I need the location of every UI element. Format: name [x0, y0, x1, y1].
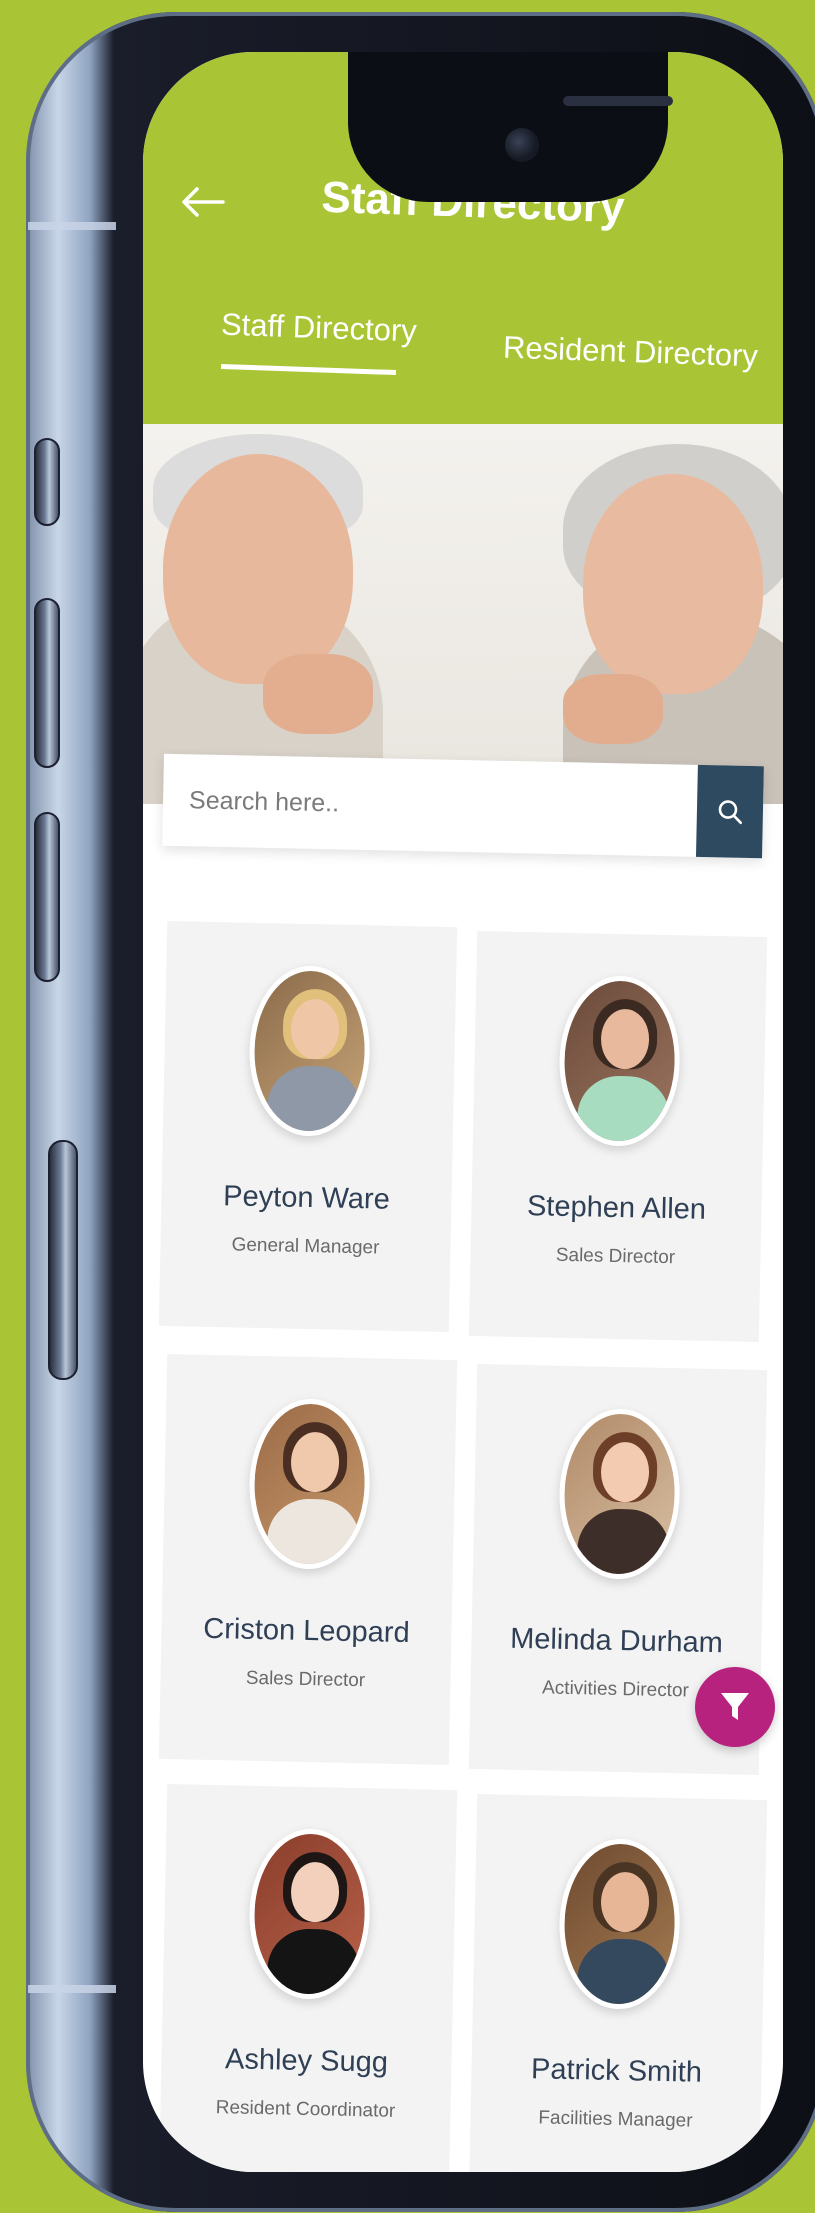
search-button[interactable] — [695, 764, 764, 859]
avatar — [247, 1827, 372, 2001]
phone-notch — [348, 52, 668, 202]
earpiece-speaker — [563, 96, 673, 106]
phone-antenna-band — [28, 222, 116, 230]
staff-name: Patrick Smith — [530, 2053, 703, 2089]
staff-name: Stephen Allen — [526, 1190, 707, 1226]
phone-screen: Staff Directory Staff Directory Resident… — [143, 52, 783, 2172]
staff-card[interactable]: Criston Leopard Sales Director — [158, 1354, 458, 1765]
search-bar — [162, 753, 764, 859]
arrow-left-icon — [182, 187, 225, 217]
tab-staff-directory[interactable]: Staff Directory — [220, 307, 417, 350]
banner-man-hands — [263, 654, 373, 734]
banner-woman-face — [583, 474, 763, 694]
tab-resident-directory[interactable]: Resident Directory — [502, 330, 758, 375]
avatar — [557, 974, 682, 1148]
staff-card[interactable]: Patrick Smith Facilities Manager — [468, 1794, 768, 2172]
search-icon — [718, 800, 743, 825]
staff-name: Melinda Durham — [509, 1622, 724, 1660]
staff-role: General Manager — [231, 1234, 380, 1259]
avatar — [247, 964, 372, 1138]
staff-name: Ashley Sugg — [224, 2043, 389, 2079]
banner-man-face — [163, 454, 353, 684]
phone-sim-tray — [48, 1140, 78, 1380]
staff-role: Sales Director — [555, 1244, 676, 1269]
search-input[interactable] — [162, 753, 698, 857]
phone-volume-up-button — [34, 598, 60, 768]
banner-image — [143, 424, 783, 804]
staff-role: Resident Coordinator — [215, 2097, 396, 2122]
staff-card[interactable]: Stephen Allen Sales Director — [468, 931, 768, 1342]
avatar — [557, 1837, 682, 2011]
phone-antenna-band — [28, 1985, 116, 1993]
staff-card[interactable]: Peyton Ware General Manager — [158, 921, 458, 1332]
front-camera — [505, 128, 539, 162]
staff-role: Sales Director — [245, 1667, 366, 1692]
staff-name: Peyton Ware — [222, 1180, 391, 1216]
back-button[interactable] — [173, 172, 233, 232]
avatar — [557, 1407, 682, 1581]
banner-woman-hands — [563, 674, 663, 744]
phone-volume-down-button — [34, 812, 60, 982]
filter-icon — [721, 1693, 749, 1720]
active-tab-indicator — [220, 363, 397, 376]
staff-role: Facilities Manager — [538, 2107, 693, 2132]
staff-card[interactable]: Ashley Sugg Resident Coordinator — [158, 1784, 458, 2172]
avatar — [247, 1397, 372, 1571]
filter-button[interactable] — [695, 1667, 775, 1747]
staff-name: Criston Leopard — [203, 1612, 410, 1650]
phone-mute-switch — [34, 438, 60, 526]
